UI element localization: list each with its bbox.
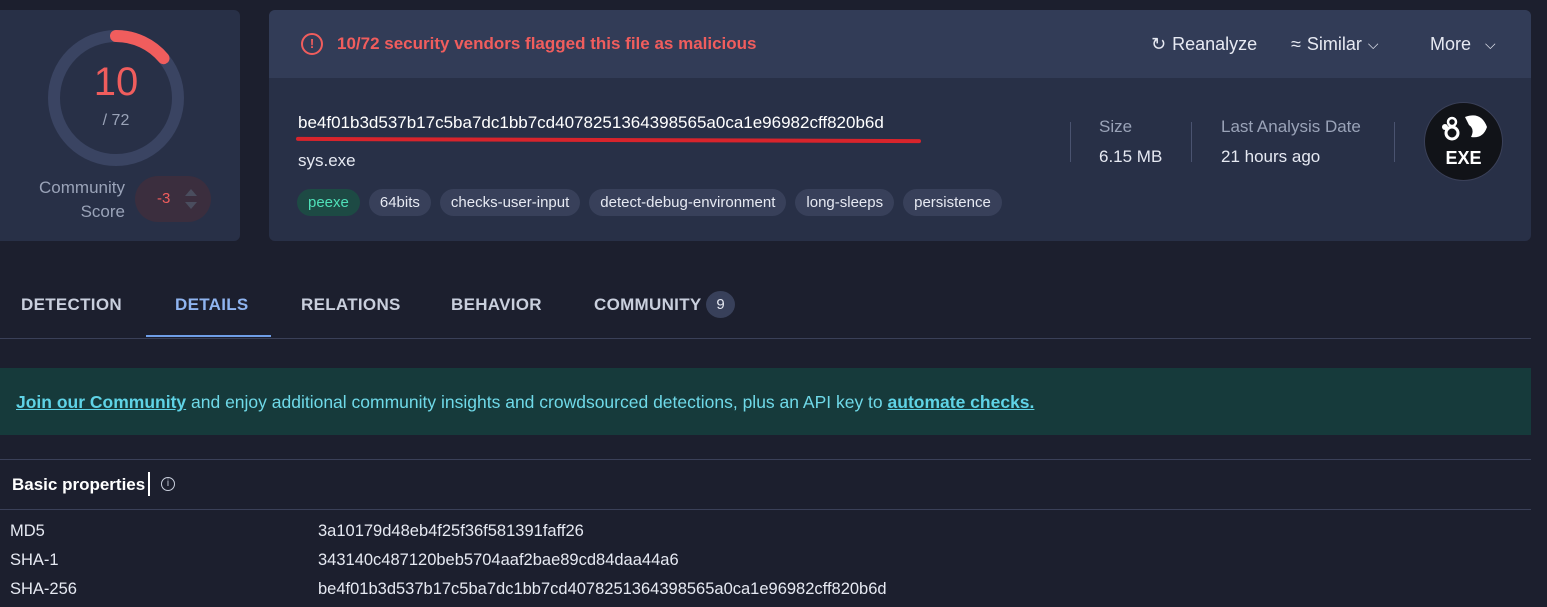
size-label: Size (1099, 117, 1133, 136)
vote-down-icon[interactable] (185, 202, 197, 209)
tag-peexe[interactable]: peexe (297, 189, 360, 216)
exclamation-circle-icon: ! (301, 33, 323, 55)
active-tab-indicator (146, 335, 271, 337)
community-label-line2: Score (80, 202, 125, 221)
divider (0, 459, 1531, 460)
automate-checks-link[interactable]: automate checks. (888, 392, 1035, 412)
property-value-sha256[interactable]: be4f01b3d537b17c5ba7dc1bb7cd407825136439… (318, 580, 887, 599)
alert-bar: ! 10/72 security vendors flagged this fi… (269, 10, 1531, 78)
tag-64bits[interactable]: 64bits (368, 189, 431, 216)
property-key-sha1: SHA-1 (10, 551, 59, 569)
detection-count: 10 (93, 60, 139, 104)
tab-relations[interactable]: RELATIONS (301, 295, 401, 315)
file-header-card: ! 10/72 security vendors flagged this fi… (269, 10, 1531, 241)
property-key-sha256: SHA-256 (10, 580, 77, 598)
file-hash[interactable]: be4f01b3d537b17c5ba7dc1bb7cd407825136439… (298, 113, 884, 133)
text-cursor (148, 472, 150, 496)
similar-button[interactable]: ≈ Similar ⌵ (1291, 34, 1379, 55)
basic-properties-title: Basic properties (12, 475, 146, 494)
detection-score-card: 10 / 72 Community Score -3 (0, 10, 240, 241)
size-value: 6.15 MB (1099, 147, 1163, 166)
similar-icon: ≈ (1291, 34, 1301, 54)
last-analysis-value: 21 hours ago (1221, 147, 1321, 166)
chevron-down-icon: ⌵ (1485, 36, 1496, 52)
tag-detect-debug-environment[interactable]: detect-debug-environment (589, 189, 787, 216)
community-score-value: -3 (157, 190, 171, 207)
divider (1070, 122, 1071, 162)
tab-community[interactable]: COMMUNITY (594, 295, 702, 315)
tag-long-sleeps[interactable]: long-sleeps (795, 189, 895, 216)
file-type-label: EXE (1445, 148, 1482, 168)
tab-detection[interactable]: DETECTION (21, 295, 122, 315)
join-community-link[interactable]: Join our Community (16, 392, 186, 412)
property-key-md5: MD5 (10, 522, 45, 540)
reanalyze-button[interactable]: ↻ Reanalyze (1151, 34, 1257, 55)
red-annotation-underline (295, 136, 922, 144)
tab-details[interactable]: DETAILS (175, 295, 249, 315)
tag-persistence[interactable]: persistence (903, 189, 1002, 216)
detection-total: / 72 (102, 112, 130, 129)
more-label: More (1430, 34, 1472, 54)
divider (0, 509, 1531, 510)
file-name: sys.exe (298, 151, 356, 170)
community-score-label: Community Score (20, 176, 125, 224)
more-button[interactable]: More ⌵ (1430, 34, 1496, 55)
vote-up-icon[interactable] (185, 189, 197, 196)
property-value-md5[interactable]: 3a10179d48eb4f25f36f581391faff26 (318, 522, 584, 541)
banner-text: Join our Community and enjoy additional … (16, 392, 1034, 413)
tag-checks-user-input[interactable]: checks-user-input (439, 189, 581, 216)
last-analysis-label: Last Analysis Date (1221, 117, 1361, 136)
community-score-widget: -3 (135, 176, 211, 222)
tag-list: peexe 64bits checks-user-input detect-de… (297, 189, 1002, 216)
chevron-down-icon: ⌵ (1367, 36, 1379, 52)
divider (1191, 122, 1192, 162)
file-type-exe-icon: EXE (1424, 102, 1503, 181)
info-icon[interactable]: i (161, 477, 175, 491)
similar-label: Similar (1306, 34, 1362, 54)
tab-bar: DETECTION DETAILS RELATIONS BEHAVIOR COM… (0, 268, 1531, 339)
property-value-sha1[interactable]: 343140c487120beb5704aaf2bae89cd84daa44a6 (318, 551, 679, 570)
refresh-icon: ↻ (1151, 34, 1167, 54)
gear-icon (1442, 115, 1487, 141)
community-banner: Join our Community and enjoy additional … (0, 368, 1531, 435)
divider (1394, 122, 1395, 162)
community-count-badge: 9 (706, 291, 735, 318)
reanalyze-label: Reanalyze (1172, 34, 1258, 54)
tab-behavior[interactable]: BEHAVIOR (451, 295, 542, 315)
banner-message: and enjoy additional community insights … (186, 392, 888, 412)
community-label-line1: Community (39, 178, 125, 197)
malicious-alert-text: 10/72 security vendors flagged this file… (337, 34, 757, 53)
